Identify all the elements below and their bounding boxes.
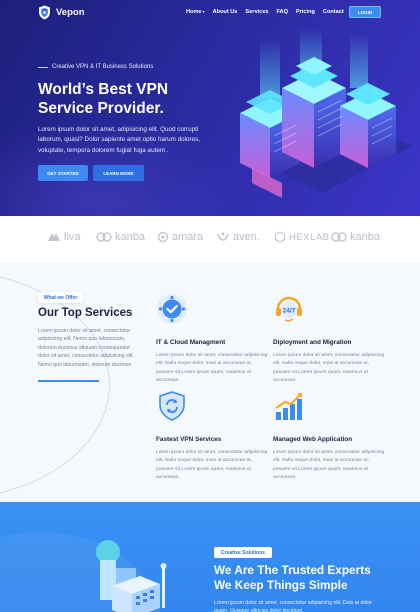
- service-card-deployment[interactable]: 24/7 Diployment and Migration Lorem ipsu…: [273, 293, 385, 386]
- partner-name: amara: [172, 231, 204, 243]
- shield-sync-icon: [159, 391, 185, 421]
- partner-logo-hexlab: HEXLAB: [274, 231, 330, 243]
- hero-section: Vepon Home▾ About Us Services FAQ Pricin…: [0, 0, 420, 216]
- partner-name: HEXLAB: [289, 231, 330, 243]
- nav-item-pricing[interactable]: Pricing: [296, 9, 315, 15]
- partner-logos-strip: liva kanba amara aven. HEXLAB kanba: [0, 216, 420, 262]
- brand-name: Vepon: [56, 7, 85, 18]
- trusted-description: Lorem ipsum dolor sit amet, consectetur …: [214, 600, 373, 612]
- service-card-vpn[interactable]: Fastest VPN Services Lorem ipsum dolor s…: [156, 390, 268, 483]
- nav-item-label: Home: [186, 9, 202, 15]
- kanba-mark-icon: [96, 232, 112, 242]
- kanba-mark-icon: [331, 232, 347, 242]
- partner-name: liva: [64, 231, 81, 243]
- hero-eyebrow: Creative VPN & IT Business Solutions: [38, 64, 153, 70]
- trusted-title-line-2: We Keep Things Simple: [214, 578, 348, 592]
- service-card-text: Lorem ipsum dolor sit amet, consectetur …: [273, 353, 385, 384]
- hero-description: Lorem ipsum dolor sit amet, adipisicing …: [38, 126, 201, 154]
- service-card-title: Diployment and Migration: [273, 339, 352, 346]
- services-badge: What we Offer: [38, 292, 83, 303]
- top-navbar: Vepon Home▾ About Us Services FAQ Pricin…: [0, 0, 420, 26]
- partner-logo-amara: amara: [157, 231, 203, 243]
- service-card-web-app[interactable]: Managed Web Application Lorem ipsum dolo…: [273, 390, 385, 483]
- eyebrow-line: [38, 66, 48, 68]
- nav-item-faq[interactable]: FAQ: [276, 9, 288, 15]
- service-card-title: Fastest VPN Services: [156, 436, 222, 443]
- partner-logo-liva: liva: [47, 231, 81, 243]
- partner-name: kanba: [115, 231, 145, 243]
- city-illustration: [96, 540, 167, 612]
- shield-logo-icon: [39, 5, 50, 20]
- server-illustration: [232, 28, 412, 198]
- services-heading: Our Top Services: [38, 307, 133, 319]
- nav-item-home[interactable]: Home▾: [186, 9, 205, 15]
- partner-logo-kanba-2: kanba: [331, 231, 380, 243]
- cloud-check-icon: [157, 294, 187, 324]
- main-menu: Home▾ About Us Services FAQ Pricing Cont…: [186, 9, 344, 15]
- svg-text:24/7: 24/7: [283, 308, 296, 315]
- services-section: What we Offer Our Top Services Lorem ips…: [0, 262, 420, 502]
- decorative-arc: [0, 270, 110, 500]
- hero-title: World’s Best VPN Service Provider.: [38, 81, 169, 117]
- partner-logo-aven: aven.: [216, 231, 260, 243]
- brand-logo[interactable]: Vepon: [38, 5, 85, 20]
- services-description: Lorem ipsum dolor sit amet, consectetur …: [38, 328, 135, 368]
- service-card-text: Lorem ipsum dolor sit amet, consectetur …: [156, 450, 268, 481]
- growth-chart-icon: [275, 393, 302, 420]
- partner-name: kanba: [350, 231, 380, 243]
- aven-mark-icon: [217, 232, 229, 241]
- learn-more-button[interactable]: LEARN MORE: [93, 165, 144, 181]
- trusted-section: Creative Solutions We Are The Trusted Ex…: [0, 502, 420, 612]
- trusted-title: We Are The Trusted Experts We Keep Thing…: [214, 563, 371, 593]
- nav-item-services[interactable]: Services: [245, 9, 268, 15]
- service-card-text: Lorem ipsum dolor sit amet, consectetur …: [273, 450, 385, 481]
- services-underline: [38, 380, 99, 382]
- service-card-title: Managed Web Application: [273, 436, 353, 443]
- amara-mark-icon: [157, 231, 169, 243]
- chevron-down-icon: ▾: [202, 9, 205, 14]
- trusted-badge: Creative Solutions: [214, 547, 272, 558]
- get-started-button[interactable]: GET STARTED: [38, 165, 88, 181]
- eyebrow-text: Creative VPN & IT Business Solutions: [52, 64, 154, 70]
- login-button[interactable]: LOGIN: [349, 6, 381, 18]
- support-24-7-icon: 24/7: [276, 296, 302, 322]
- service-card-text: Lorem ipsum dolor sit amet, consectetur …: [156, 353, 268, 384]
- service-card-cloud[interactable]: IT & Cloud Managment Lorem ipsum dolor s…: [156, 293, 268, 386]
- service-card-title: IT & Cloud Managment: [156, 339, 226, 346]
- nav-item-about[interactable]: About Us: [213, 9, 238, 15]
- partner-name: aven.: [233, 231, 260, 243]
- partner-logo-kanba: kanba: [96, 231, 145, 243]
- liva-mark-icon: [48, 233, 60, 241]
- hexlab-mark-icon: [274, 231, 286, 243]
- nav-item-contact[interactable]: Contact: [323, 9, 344, 15]
- trusted-title-line-1: We Are The Trusted Experts: [214, 563, 371, 577]
